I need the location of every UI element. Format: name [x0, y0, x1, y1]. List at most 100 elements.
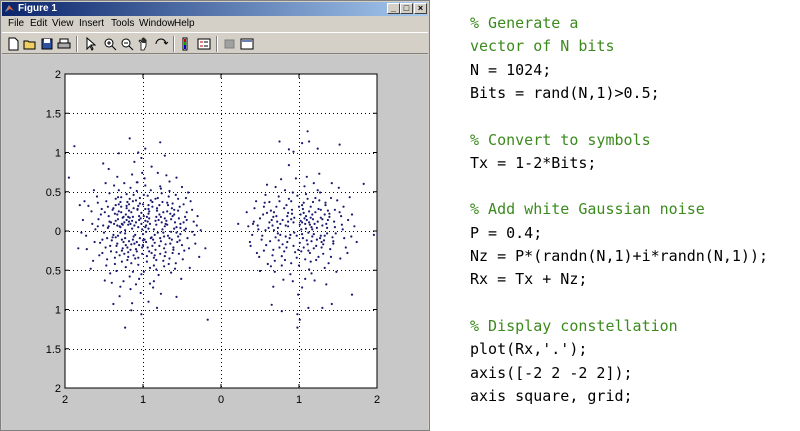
- data-point: [206, 318, 209, 321]
- data-point: [165, 174, 168, 177]
- save-icon[interactable]: [39, 36, 55, 52]
- data-point: [178, 205, 181, 208]
- data-point: [94, 228, 97, 231]
- data-point: [301, 286, 304, 289]
- data-point: [284, 224, 287, 227]
- data-point: [103, 279, 106, 282]
- data-point: [151, 205, 154, 208]
- x-tick-label: 1: [140, 394, 146, 406]
- data-point: [169, 212, 172, 215]
- data-point: [301, 233, 304, 236]
- rotate-3d-icon[interactable]: [153, 36, 169, 52]
- data-point: [142, 215, 145, 218]
- data-point: [164, 243, 167, 246]
- code-comment-line: % Generate a: [470, 14, 579, 32]
- zoom-in-icon[interactable]: [102, 36, 118, 52]
- data-point: [308, 268, 311, 271]
- data-point: [105, 200, 108, 203]
- data-point: [155, 209, 159, 212]
- data-point: [347, 218, 350, 222]
- data-point: [332, 242, 335, 245]
- data-point: [109, 250, 113, 253]
- maximize-button[interactable]: □: [400, 3, 413, 14]
- data-point: [275, 215, 278, 218]
- data-point: [275, 205, 278, 208]
- data-point: [283, 207, 286, 210]
- data-point: [115, 244, 118, 247]
- data-point: [287, 211, 290, 214]
- data-point: [285, 204, 288, 207]
- menu-file[interactable]: File: [8, 18, 24, 29]
- data-point: [148, 222, 152, 225]
- data-point: [301, 207, 304, 211]
- data-point: [307, 249, 310, 252]
- data-point: [279, 222, 282, 225]
- data-point: [330, 182, 333, 185]
- data-point: [154, 197, 157, 200]
- menu-help[interactable]: Help: [174, 18, 195, 29]
- data-point: [333, 220, 336, 223]
- data-point: [276, 232, 279, 235]
- menu-tools[interactable]: Tools: [111, 18, 134, 29]
- data-point: [151, 200, 154, 204]
- data-point: [327, 262, 330, 265]
- insert-legend-icon[interactable]: [196, 36, 212, 52]
- data-point: [311, 235, 314, 238]
- data-point: [126, 246, 129, 249]
- data-point: [304, 215, 308, 218]
- menu-view[interactable]: View: [52, 18, 74, 29]
- data-point: [310, 272, 313, 275]
- data-point: [297, 293, 300, 296]
- data-point: [185, 218, 188, 222]
- data-point: [319, 237, 322, 240]
- data-point: [127, 220, 131, 223]
- data-point: [283, 258, 287, 262]
- data-point: [138, 202, 141, 205]
- show-plot-tools-icon[interactable]: [239, 36, 255, 52]
- scatter-plot[interactable]: 2 1 0 1 221.510.500.511.52: [2, 55, 428, 430]
- menu-edit[interactable]: Edit: [30, 18, 47, 29]
- data-point: [255, 200, 258, 203]
- data-point: [294, 177, 297, 180]
- data-point: [163, 217, 166, 220]
- insert-colorbar-icon[interactable]: [179, 36, 195, 52]
- data-point: [141, 233, 145, 236]
- data-point: [182, 221, 185, 224]
- data-point: [269, 240, 272, 243]
- open-file-icon[interactable]: [22, 36, 38, 52]
- data-point: [138, 237, 141, 240]
- title-bar[interactable]: Figure 1 _ □ ×: [2, 2, 428, 16]
- hide-plot-tools-icon[interactable]: [222, 36, 238, 52]
- data-point: [309, 216, 312, 219]
- minimize-button[interactable]: _: [387, 3, 400, 14]
- zoom-out-icon[interactable]: [119, 36, 135, 52]
- data-point: [307, 306, 310, 309]
- data-point: [116, 218, 120, 221]
- new-file-icon[interactable]: [5, 36, 21, 52]
- data-point: [160, 192, 163, 195]
- pan-hand-icon[interactable]: [136, 36, 152, 52]
- print-icon[interactable]: [56, 36, 72, 52]
- data-point: [159, 252, 162, 255]
- data-point: [288, 237, 291, 240]
- data-point: [152, 264, 155, 267]
- data-point: [300, 228, 303, 231]
- data-point: [153, 241, 156, 244]
- data-point: [131, 238, 134, 241]
- close-button[interactable]: ×: [414, 3, 427, 14]
- data-point: [85, 234, 88, 237]
- data-point: [108, 220, 111, 223]
- data-point: [179, 233, 182, 236]
- data-point: [297, 264, 301, 267]
- menu-window[interactable]: Window: [139, 18, 175, 29]
- data-point: [249, 244, 252, 247]
- menu-insert[interactable]: Insert: [79, 18, 104, 29]
- data-point: [158, 204, 161, 207]
- data-point: [123, 252, 126, 255]
- data-point: [329, 255, 333, 258]
- data-point: [315, 226, 318, 229]
- data-point: [163, 225, 166, 228]
- data-point: [336, 199, 339, 202]
- arrow-pointer-icon[interactable]: [82, 36, 98, 52]
- data-point: [183, 229, 186, 232]
